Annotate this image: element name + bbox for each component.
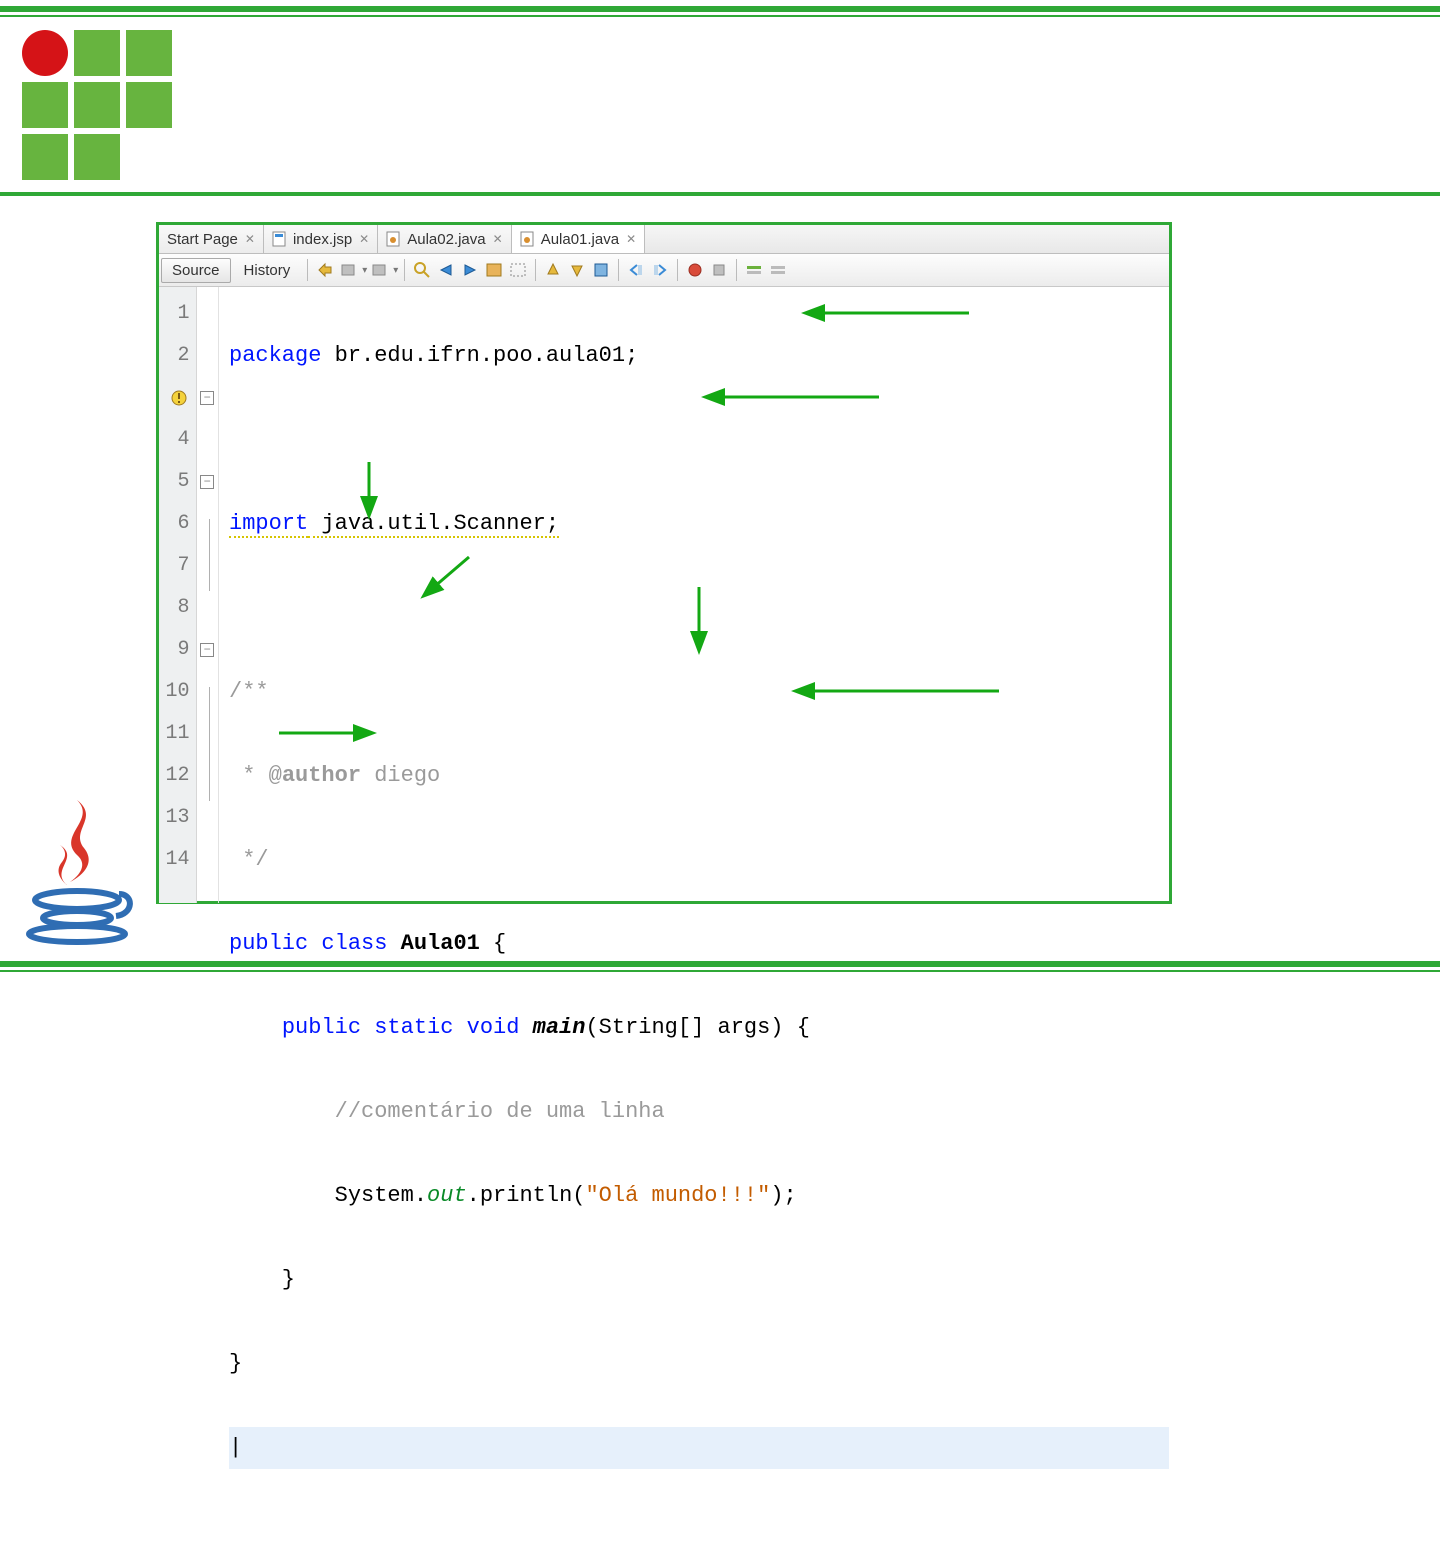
javadoc: /** — [229, 671, 1169, 713]
toggle-highlight-icon[interactable] — [483, 259, 505, 281]
keyword: package — [229, 343, 321, 368]
shift-right-icon[interactable] — [649, 259, 671, 281]
close-icon[interactable]: ✕ — [493, 232, 503, 246]
line-num: 2 — [159, 335, 190, 377]
line-num: 7 — [159, 545, 190, 587]
code-text: (String[] args) { — [585, 1015, 809, 1040]
line-num: 9 — [159, 629, 190, 671]
back-icon[interactable] — [338, 259, 360, 281]
close-icon[interactable]: ✕ — [359, 232, 369, 246]
institution-logo — [22, 30, 182, 190]
class-name: Aula01 — [401, 931, 480, 956]
code-text: } — [229, 1343, 1169, 1385]
slide-top-rule — [0, 0, 1440, 17]
tab-aula02[interactable]: Aula02.java ✕ — [378, 225, 511, 253]
indent — [229, 1099, 335, 1124]
last-edit-icon[interactable] — [314, 259, 336, 281]
fold-toggle-icon[interactable]: − — [200, 475, 214, 489]
static-field: out — [427, 1183, 467, 1208]
code-content[interactable]: package br.edu.ifrn.poo.aula01; import j… — [219, 287, 1169, 903]
code-text: ); — [770, 1183, 796, 1208]
find-selection-icon[interactable] — [411, 259, 433, 281]
uncomment-icon[interactable] — [767, 259, 789, 281]
tab-aula01[interactable]: Aula01.java ✕ — [512, 225, 645, 253]
keyword: class — [308, 931, 400, 956]
line-num: 13 — [159, 797, 190, 839]
forward-icon[interactable] — [369, 259, 391, 281]
start-macro-icon[interactable] — [684, 259, 706, 281]
javadoc-tag: author — [282, 763, 361, 788]
code-editor-window: Start Page ✕ index.jsp ✕ Aula02.java ✕ A… — [156, 222, 1172, 904]
jsp-file-icon — [272, 231, 288, 247]
next-bookmark-icon[interactable] — [566, 259, 588, 281]
current-line-highlight: | — [229, 1427, 1169, 1469]
fold-toggle-icon[interactable]: − — [200, 643, 214, 657]
tab-label: Start Page — [167, 231, 238, 248]
fold-column: − − − — [197, 287, 219, 903]
code-text: System. — [229, 1183, 427, 1208]
javadoc: */ — [229, 839, 1169, 881]
stop-macro-icon[interactable] — [708, 259, 730, 281]
source-button[interactable]: Source — [161, 258, 231, 283]
find-next-icon[interactable] — [459, 259, 481, 281]
code-text: .println( — [467, 1183, 586, 1208]
code-text: } — [229, 1259, 1169, 1301]
keyword: public static void — [282, 1015, 533, 1040]
keyword: public — [229, 931, 308, 956]
string-literal: "Olá mundo!!!" — [585, 1183, 770, 1208]
javadoc: * @ — [229, 763, 282, 788]
code-text: java.util.Scanner; — [308, 511, 559, 538]
line-num: 14 — [159, 839, 190, 881]
line-num: 5 — [159, 461, 190, 503]
method-name: main — [533, 1015, 586, 1040]
tab-label: index.jsp — [293, 231, 352, 248]
keyword: import — [229, 511, 308, 538]
line-comment: //comentário de uma linha — [335, 1099, 665, 1124]
editor-toolbar: Source History ▾ ▾ — [159, 254, 1169, 287]
toggle-rect-icon[interactable] — [507, 259, 529, 281]
tab-start-page[interactable]: Start Page ✕ — [159, 225, 264, 253]
fold-toggle-icon[interactable]: − — [200, 391, 214, 405]
find-previous-icon[interactable] — [435, 259, 457, 281]
javadoc: diego — [361, 763, 440, 788]
close-icon[interactable]: ✕ — [626, 232, 636, 246]
warning-icon — [170, 389, 188, 407]
tab-index-jsp[interactable]: index.jsp ✕ — [264, 225, 378, 253]
indent — [229, 1015, 282, 1040]
shift-left-icon[interactable] — [625, 259, 647, 281]
line-num: 10 — [159, 671, 190, 713]
java-class-icon — [386, 231, 402, 247]
caret: | — [229, 1435, 242, 1460]
line-number-gutter: 1 2 4 5 6 7 8 9 10 11 12 13 14 — [159, 287, 197, 903]
code-text: br.edu.ifrn.poo.aula01; — [321, 343, 638, 368]
history-button[interactable]: History — [233, 258, 302, 283]
toggle-bookmark-icon[interactable] — [590, 259, 612, 281]
tab-label: Aula02.java — [407, 231, 485, 248]
line-num: 8 — [159, 587, 190, 629]
previous-bookmark-icon[interactable] — [542, 259, 564, 281]
tab-label: Aula01.java — [541, 231, 619, 248]
slide-mid-rule — [0, 192, 1440, 196]
line-num: 1 — [159, 293, 190, 335]
editor-tab-bar: Start Page ✕ index.jsp ✕ Aula02.java ✕ A… — [159, 225, 1169, 254]
code-text: { — [480, 931, 506, 956]
line-num: 4 — [159, 419, 190, 461]
line-num: 11 — [159, 713, 190, 755]
java-class-icon — [520, 231, 536, 247]
comment-icon[interactable] — [743, 259, 765, 281]
java-logo-icon — [22, 790, 142, 950]
line-num: 6 — [159, 503, 190, 545]
close-icon[interactable]: ✕ — [245, 232, 255, 246]
code-area[interactable]: 1 2 4 5 6 7 8 9 10 11 12 13 14 − — [159, 287, 1169, 903]
line-num: 12 — [159, 755, 190, 797]
